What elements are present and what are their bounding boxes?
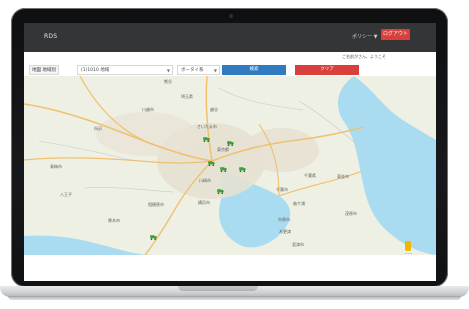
controls-row: 地図 地域別 (1)1010 地域 ▼ ボータイ系 ▼ 検索 クリア <box>24 64 436 76</box>
place-label: 八王子 <box>60 192 72 197</box>
truck-marker-svg <box>217 189 224 195</box>
truck-marker-svg <box>227 141 234 147</box>
region-select-value: (1)1010 地域 <box>81 68 110 73</box>
urban-chiba <box>243 128 319 172</box>
place-label: 君津市 <box>292 242 304 247</box>
place-label: 千葉市 <box>276 187 288 192</box>
place-label: 木更津 <box>279 229 291 234</box>
laptop-foot <box>8 296 461 300</box>
place-label: 埼玉県 <box>181 94 193 99</box>
header-menu[interactable]: ポリシー ▼ <box>352 33 377 40</box>
map[interactable]: 熊谷 越谷 所沢 川越市 さいたま市 埼玉県 東京都 川崎市 横浜市 千葉県 千… <box>24 76 436 255</box>
search-button[interactable]: 検索 <box>222 65 286 75</box>
truck-marker-svg <box>150 235 157 241</box>
place-label: 袖ケ浦 <box>293 201 305 206</box>
place-label: 千葉県 <box>304 173 316 178</box>
place-label: 厚木市 <box>108 218 120 223</box>
place-label: 所沢 <box>94 126 102 131</box>
place-label: 東京都 <box>217 147 229 152</box>
truck-marker-svg <box>203 137 210 143</box>
truck-marker-icon[interactable] <box>227 140 234 147</box>
zoom-in-icon[interactable]: + <box>406 254 411 255</box>
place-label: 越谷 <box>210 107 218 112</box>
place-label: 市原市 <box>278 217 290 222</box>
zoom-controls[interactable]: + − <box>405 253 412 255</box>
truck-marker-svg <box>239 167 246 173</box>
place-label: 東金市 <box>337 174 349 179</box>
place-label: 横浜市 <box>198 200 210 205</box>
place-label: 川越市 <box>142 107 154 112</box>
camera-icon <box>229 14 233 18</box>
type-select[interactable]: ボータイ系 ▼ <box>177 65 220 75</box>
laptop-lid: RDS ポリシー ▼ ログアウト ご名前がさん、ようこそ 地図 地域別 (1)1… <box>11 8 448 287</box>
clear-button[interactable]: クリア <box>295 65 359 75</box>
truck-marker-icon[interactable] <box>203 136 210 143</box>
place-label: 川崎市 <box>199 178 211 183</box>
place-label: 熊谷 <box>164 79 172 84</box>
place-label: 相模原市 <box>148 202 164 207</box>
region-select[interactable]: (1)1010 地域 ▼ <box>77 65 173 75</box>
map-label: 地図 地域別 <box>29 65 59 75</box>
app-header: RDS ポリシー ▼ ログアウト <box>24 23 436 52</box>
truck-marker-icon[interactable] <box>208 160 215 167</box>
truck-marker-icon[interactable] <box>239 166 246 173</box>
logout-button[interactable]: ログアウト <box>381 29 410 40</box>
chevron-down-icon: ▼ <box>213 68 217 73</box>
truck-marker-svg <box>208 161 215 167</box>
truck-marker-icon[interactable] <box>150 234 157 241</box>
truck-marker-svg <box>220 167 227 173</box>
app-title: RDS <box>44 33 58 40</box>
truck-marker-icon[interactable] <box>217 188 224 195</box>
laptop-notch <box>178 286 258 291</box>
place-label: 茂原市 <box>345 211 357 216</box>
scene: RDS ポリシー ▼ ログアウト ご名前がさん、ようこそ 地図 地域別 (1)1… <box>0 0 469 309</box>
pegman-icon[interactable] <box>405 241 411 251</box>
place-label: 青梅市 <box>50 164 62 169</box>
chevron-down-icon: ▼ <box>166 68 170 73</box>
screen: RDS ポリシー ▼ ログアウト ご名前がさん、ようこそ 地図 地域別 (1)1… <box>24 23 436 281</box>
map-svg <box>24 76 436 255</box>
place-label: さいたま市 <box>197 124 217 129</box>
type-select-value: ボータイ系 <box>181 68 204 73</box>
welcome-text: ご名前がさん、ようこそ <box>342 54 386 59</box>
truck-marker-icon[interactable] <box>220 166 227 173</box>
